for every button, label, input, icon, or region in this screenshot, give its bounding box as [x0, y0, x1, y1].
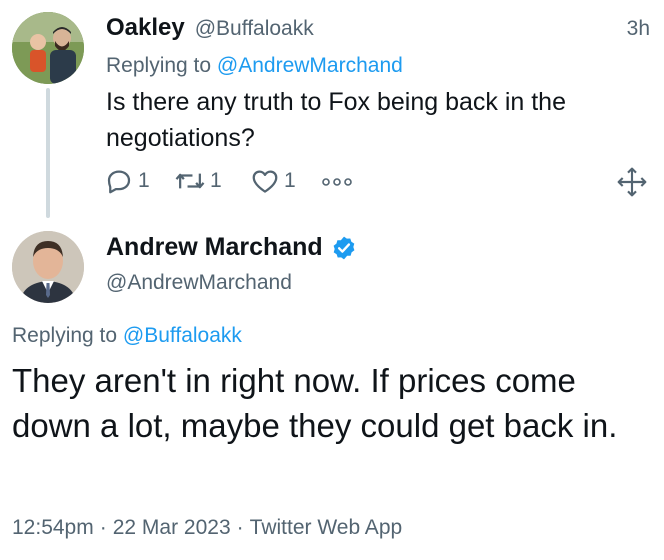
separator: ·	[99, 516, 107, 539]
tweet-time[interactable]: 12:54pm	[12, 516, 94, 539]
replying-to: Replying to @Buffaloakk	[12, 324, 242, 348]
author-name[interactable]: Oakley	[106, 14, 185, 42]
replying-to-link[interactable]: @Buffaloakk	[123, 324, 242, 347]
tweet-text: Is there any truth to Fox being back in …	[106, 88, 566, 152]
reply-author[interactable]: Oakley @Buffaloakk	[106, 14, 314, 42]
reply-icon	[107, 170, 131, 194]
tweet-text: They aren't in right now. If prices come…	[12, 362, 618, 444]
replying-prefix: Replying to	[12, 324, 118, 347]
avatar-photo	[12, 12, 84, 84]
more-icon	[322, 178, 352, 186]
tweet-time[interactable]: 3h	[627, 17, 650, 41]
heart-icon	[252, 170, 278, 193]
like-button[interactable]: 1	[250, 166, 296, 196]
reply-button[interactable]: 1	[104, 166, 150, 196]
tweet-meta: 12:54pm · 22 Mar 2023 · Twitter Web App	[12, 516, 402, 540]
reply-count: 1	[138, 169, 150, 192]
replying-to: Replying to @AndrewMarchand	[106, 54, 403, 78]
move-button[interactable]	[616, 166, 648, 198]
retweet-count: 1	[210, 169, 222, 192]
move-icon	[617, 167, 647, 197]
verified-badge-icon	[333, 236, 355, 259]
tweet-source[interactable]: Twitter Web App	[250, 516, 403, 539]
like-count: 1	[284, 169, 296, 192]
avatar[interactable]	[12, 231, 84, 303]
avatar[interactable]	[12, 12, 84, 84]
author-handle[interactable]: @Buffaloakk	[195, 17, 314, 41]
avatar-photo	[12, 231, 84, 303]
retweet-icon	[175, 173, 205, 189]
tweet-actions: 1 1 1	[104, 166, 652, 198]
author-name[interactable]: Andrew Marchand	[106, 233, 323, 262]
main-tweet-author: Andrew Marchand @AndrewMarchand	[0, 215, 664, 315]
retweet-button[interactable]: 1	[174, 166, 222, 196]
author-handle[interactable]: @AndrewMarchand	[106, 271, 292, 295]
separator: ·	[236, 516, 244, 539]
reply-tweet[interactable]: Oakley @Buffaloakk 3h Replying to @Andre…	[0, 0, 664, 218]
replying-prefix: Replying to	[106, 54, 212, 77]
tweet-date[interactable]: 22 Mar 2023	[113, 516, 231, 539]
author-name-row[interactable]: Andrew Marchand	[106, 233, 357, 262]
replying-to-link[interactable]: @AndrewMarchand	[217, 54, 403, 77]
more-button[interactable]	[320, 170, 354, 192]
thread-line	[46, 88, 50, 218]
